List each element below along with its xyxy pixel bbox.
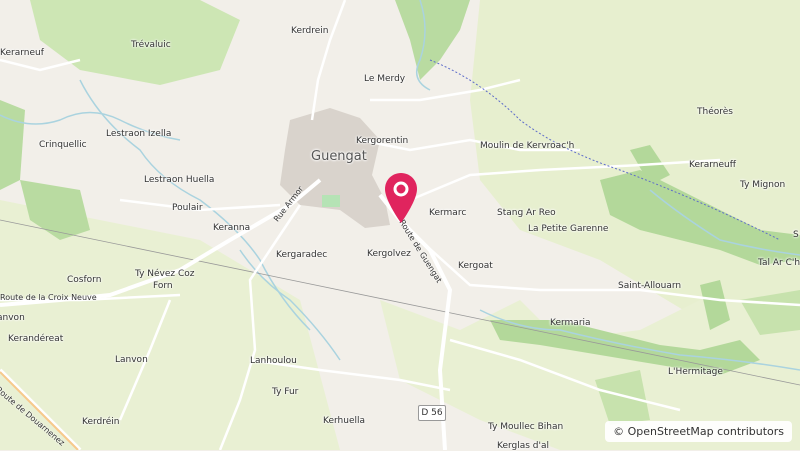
road-shield: D 56 [418, 405, 446, 421]
place-label: Lestraon Huella [144, 175, 215, 185]
map-pin-icon[interactable] [384, 172, 418, 224]
attribution[interactable]: © OpenStreetMap contributors [605, 421, 792, 442]
town-label: Guengat [311, 149, 367, 164]
place-label: Kerdréin [82, 417, 120, 427]
place-label: Kerdrein [291, 26, 329, 36]
place-label: Kerarneuff [689, 160, 736, 170]
attribution-text[interactable]: © OpenStreetMap contributors [613, 425, 784, 438]
place-label: Kergaradec [276, 250, 328, 260]
place-label: Le Merdy [364, 74, 406, 84]
place-label: Kergolvez [367, 249, 411, 259]
place-label: Saint-Allouarn [618, 281, 682, 291]
place-label: S [793, 230, 799, 240]
place-label: Tal Ar C'h [758, 258, 800, 268]
place-label: Lanhoulou [250, 356, 297, 366]
place-label: Moulin de Kervroac'h [480, 141, 575, 151]
place-label: Ty Fur [272, 387, 299, 397]
place-label: Forn [153, 281, 173, 291]
place-label: Kerarneuf [0, 48, 44, 58]
place-label: Kerandéreat [8, 334, 64, 344]
place-label: Ty Moullec Bihan [488, 422, 564, 432]
place-label: Lestraon Izella [106, 129, 172, 139]
place-label: Théorès [697, 107, 733, 117]
place-label: Trévaluic [131, 40, 171, 50]
place-label: Cosforn [67, 275, 102, 285]
place-label: Lanvon [0, 313, 25, 323]
place-label: Stang Ar Reo [497, 208, 556, 218]
place-label: Keranna [213, 223, 251, 233]
place-label: Kerhuella [323, 416, 365, 426]
place-label: La Petite Garenne [528, 224, 609, 234]
road-label-route-croix: Route de la Croix Neuve [0, 293, 97, 302]
place-label: Ty Mignon [740, 180, 786, 190]
place-label: Kergorentin [356, 136, 409, 146]
place-label: Lanvon [115, 355, 148, 365]
place-label: Poulair [172, 203, 203, 213]
place-label: Kermarc [429, 208, 467, 218]
place-label: Ty Névez Coz [135, 269, 195, 279]
place-label: Crinquellic [39, 140, 87, 150]
place-label: Kermaria [550, 318, 591, 328]
place-label: L'Hermitage [668, 367, 723, 377]
place-label: Kergoat [458, 261, 493, 271]
